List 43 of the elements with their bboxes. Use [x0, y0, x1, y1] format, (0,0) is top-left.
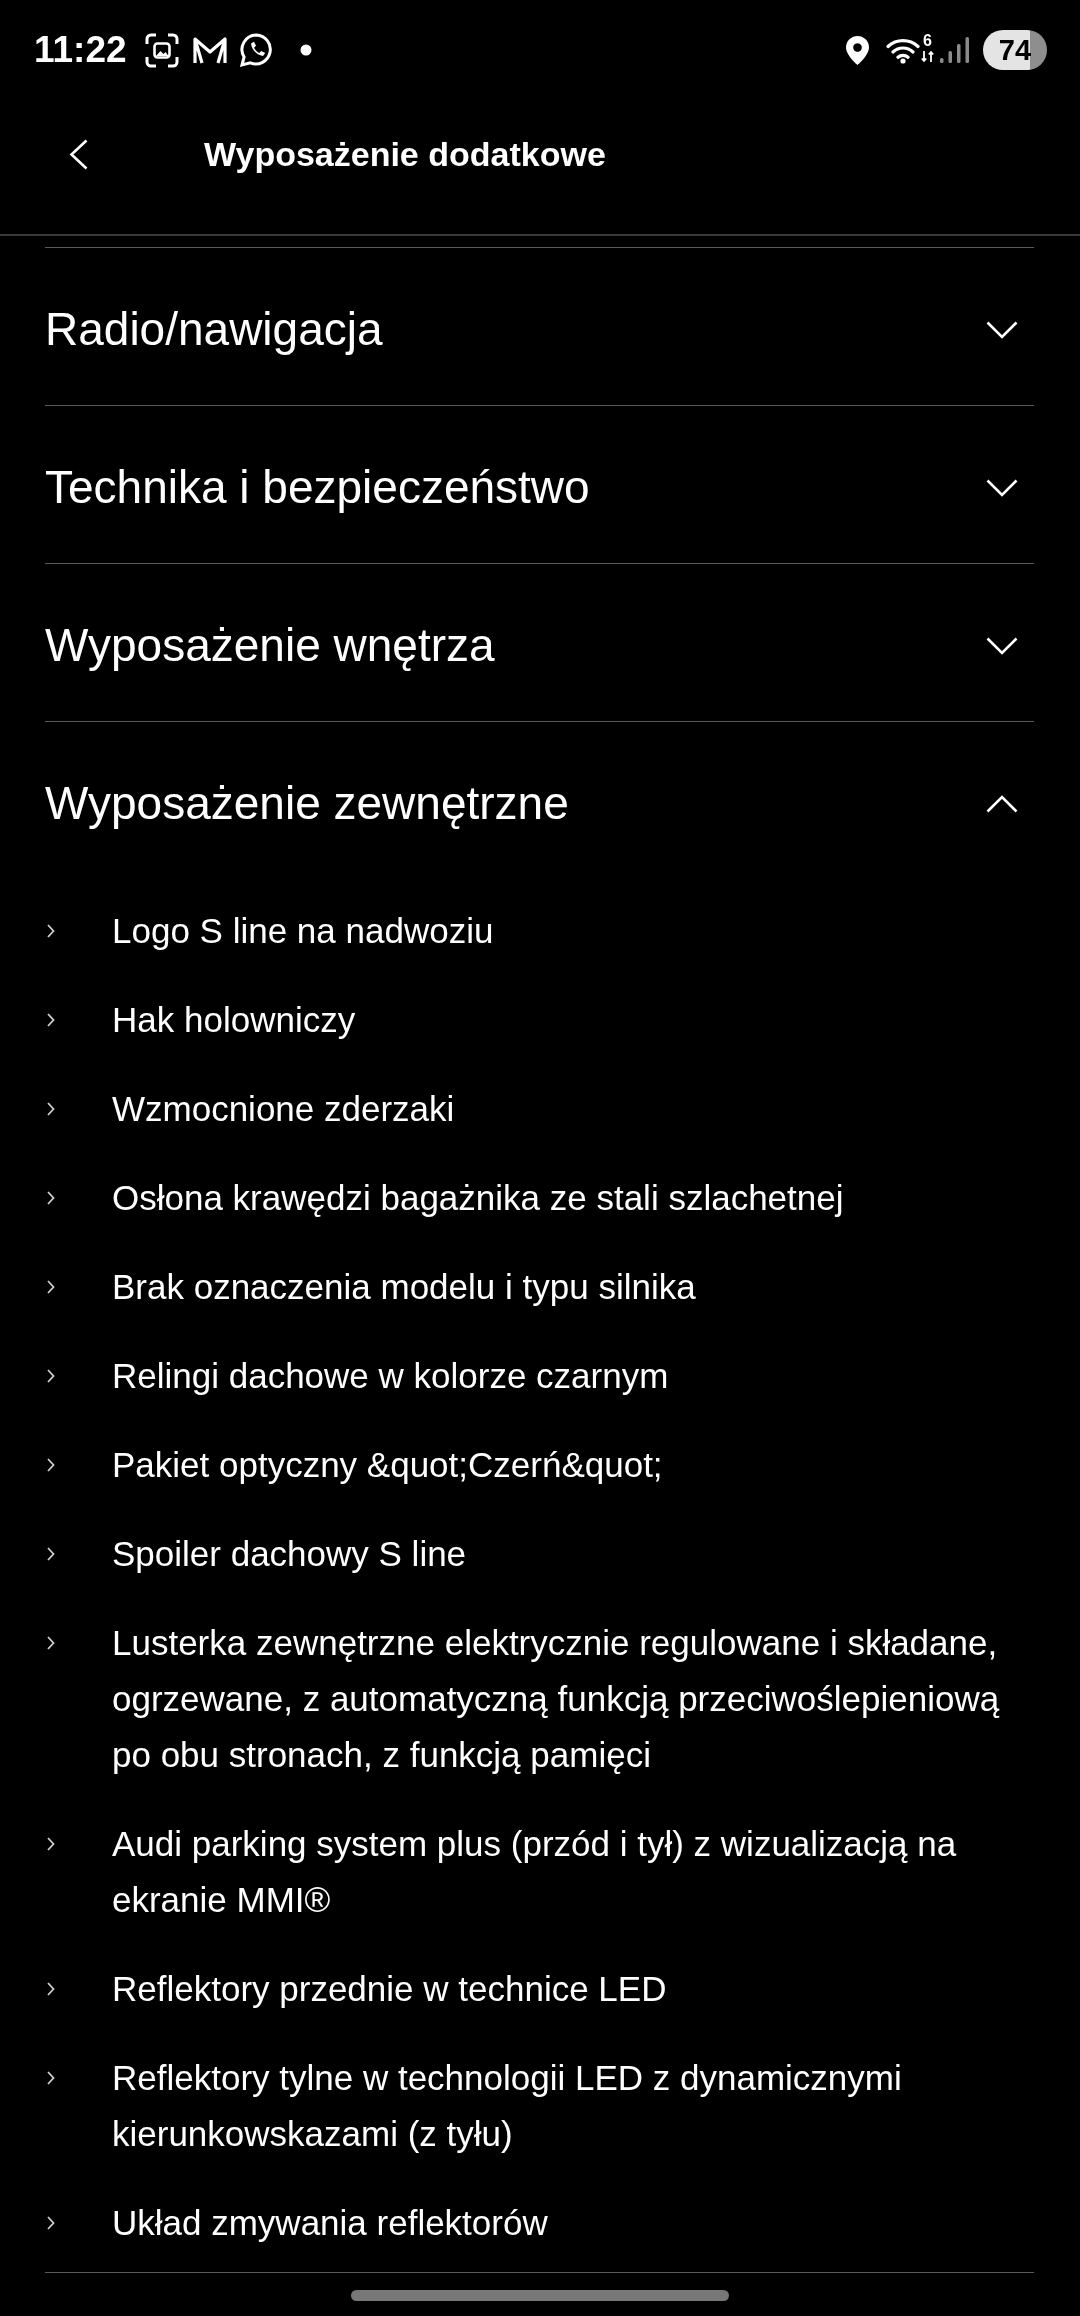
feature-item: Logo S line na nadwoziu — [112, 910, 495, 952]
feature-item: Reflektory przednie w technice LED — [112, 1968, 668, 2010]
chevron-right-icon — [47, 1982, 55, 1996]
screenshot-icon — [144, 32, 179, 68]
feature-item: Wzmocnione zderzaki — [112, 1088, 456, 1130]
mail-icon — [191, 35, 228, 65]
chevron-right-icon — [47, 2216, 55, 2230]
feature-item: Lusterka zewnętrzne elektrycznie regulowane i składane, ogrzewane, z automatyczną funkcją przeciwoślepieniową po obu stronach, z funkcją pamięci — [112, 1622, 1001, 1776]
feature-item: Brak oznaczenia modelu i typu silnika — [112, 1266, 697, 1308]
chevron-right-icon — [47, 1102, 55, 1116]
section-header[interactable]: Wyposażenie wnętrza — [45, 617, 1034, 674]
chevron-right-icon — [47, 1837, 55, 1851]
signal-icon — [940, 36, 970, 64]
feature-item: Układ zmywania reflektorów — [112, 2202, 549, 2244]
status-time: 11:22 — [34, 30, 127, 70]
notification-dot-icon — [299, 44, 312, 56]
chevron-right-icon — [47, 2071, 55, 2085]
feature-item: Spoiler dachowy S line — [112, 1533, 468, 1575]
feature-item: Audi parking system plus (przód i tył) z wizualizacją na ekranie MMI® — [112, 1823, 958, 1921]
battery-level: 74 — [983, 30, 1047, 70]
chevron-right-icon — [47, 1458, 55, 1472]
chevron-right-icon — [47, 1191, 55, 1205]
feature-item: Osłona krawędzi bagażnika ze stali szlachetnej — [112, 1177, 845, 1219]
chevron-right-icon — [47, 924, 55, 938]
section-header[interactable]: Radio/nawigacja — [45, 301, 1034, 358]
feature-item: Hak holowniczy — [112, 999, 357, 1041]
location-pin-icon — [845, 34, 870, 66]
feature-item: Relingi dachowe w kolorze czarnym — [112, 1355, 670, 1397]
chevron-right-icon — [47, 1369, 55, 1383]
chevron-right-icon — [47, 1636, 55, 1650]
chevron-right-icon — [47, 1547, 55, 1561]
section-header[interactable]: Technika i bezpieczeństwo — [45, 459, 1034, 516]
section-header[interactable]: Wyposażenie zewnętrzne — [45, 775, 1034, 832]
chevron-right-icon — [47, 1013, 55, 1027]
chat-bubble-icon — [238, 32, 274, 68]
wifi-icon — [886, 36, 920, 64]
header-title: Wyposażenie dodatkowe — [204, 134, 606, 175]
wifi-standard-label: 6 — [923, 33, 932, 48]
data-arrows-icon — [921, 49, 934, 63]
chevron-right-icon — [47, 1280, 55, 1294]
feature-item: Reflektory tylne w technologii LED z dynamicznymi kierunkowskazami (z tyłu) — [112, 2057, 903, 2155]
back-icon[interactable] — [69, 138, 88, 170]
feature-item: Pakiet optyczny &quot;Czerń&quot; — [112, 1444, 664, 1486]
